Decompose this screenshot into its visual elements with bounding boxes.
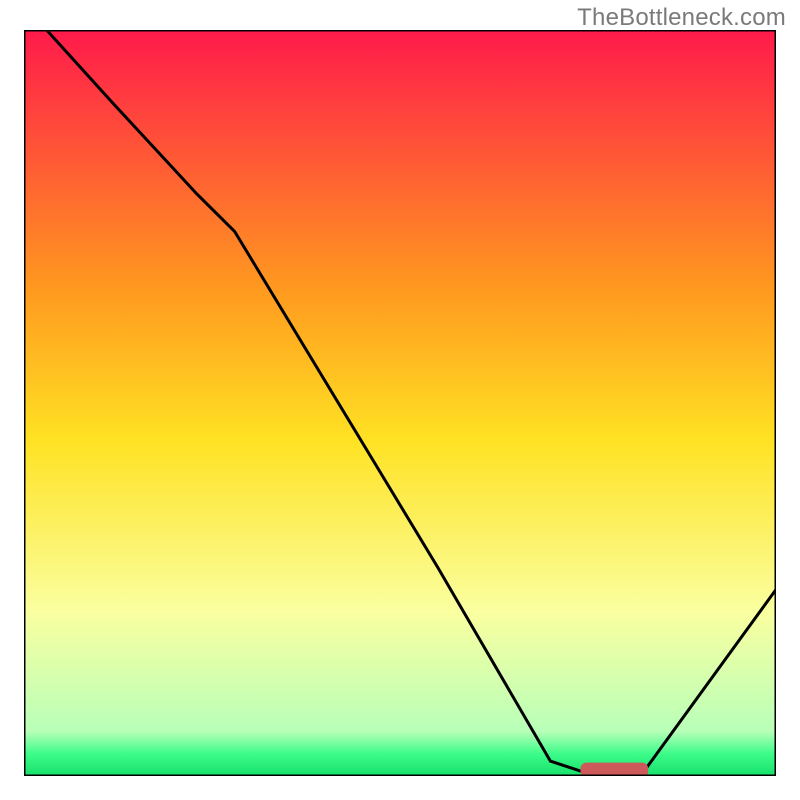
- bottleneck-chart: [0, 0, 800, 800]
- plot-area: [24, 30, 776, 777]
- gradient-background: [24, 30, 776, 776]
- chart-frame: TheBottleneck.com: [0, 0, 800, 800]
- watermark-label: TheBottleneck.com: [577, 4, 786, 32]
